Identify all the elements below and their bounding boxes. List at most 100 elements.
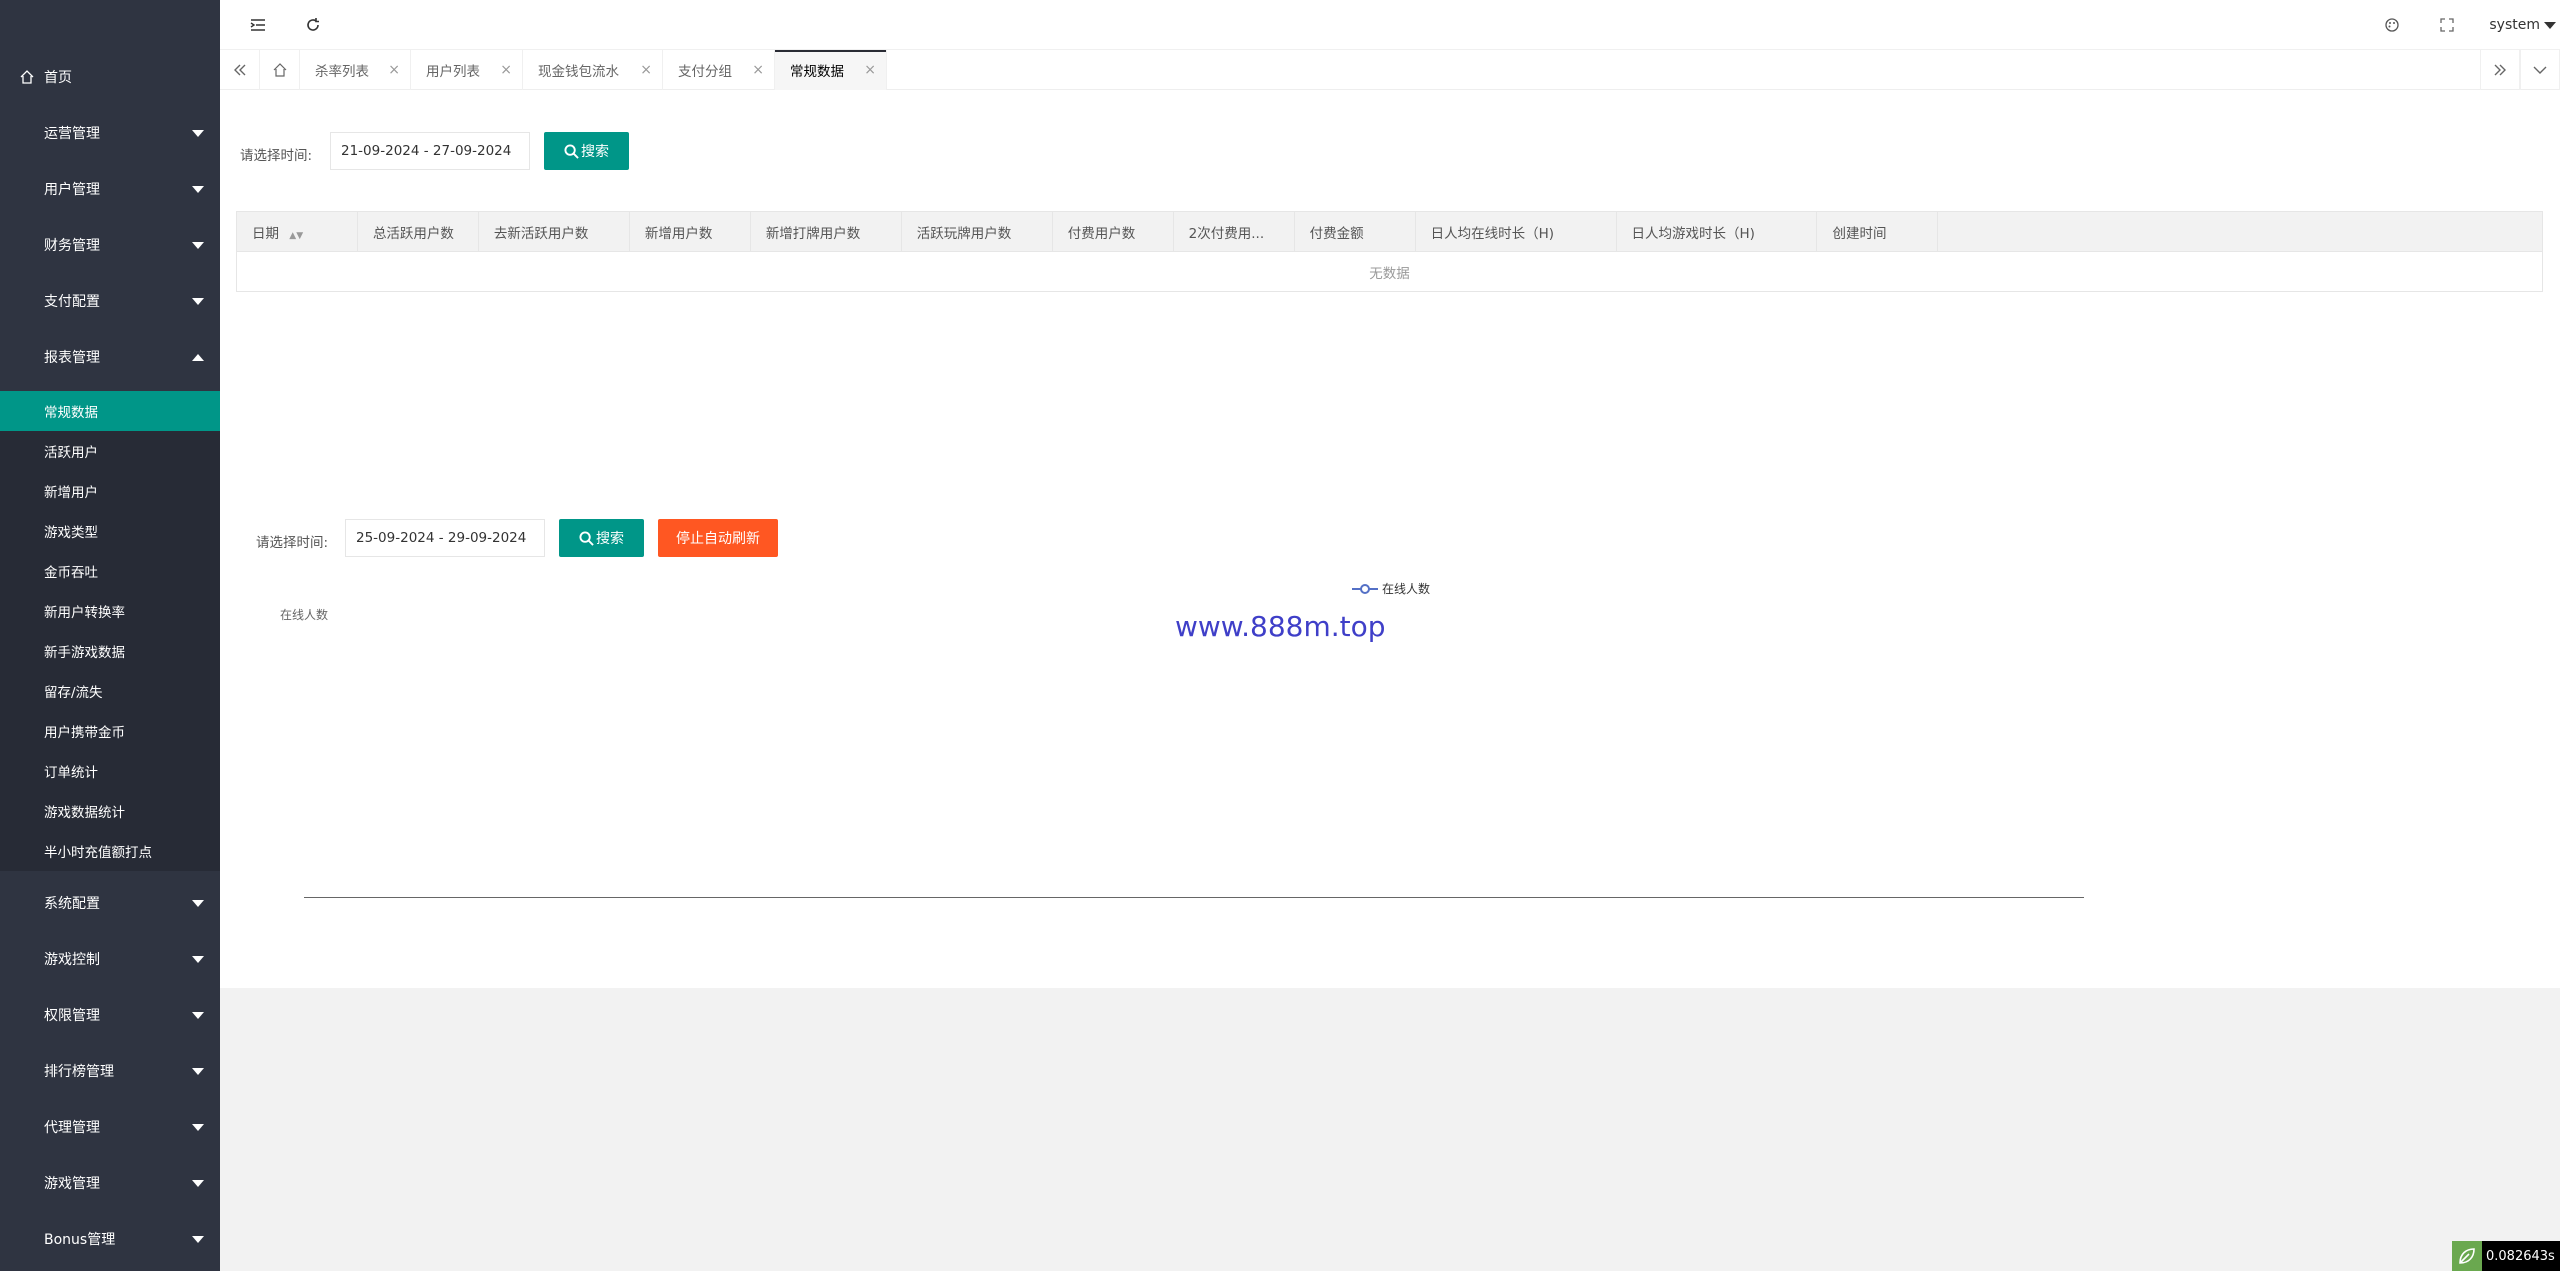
sidebar-subitem-regular-data[interactable]: 常规数据	[0, 391, 220, 431]
close-icon[interactable]: ×	[500, 62, 512, 78]
chart-legend[interactable]: 在线人数	[1352, 580, 1430, 597]
chevron-down-icon	[192, 1236, 204, 1243]
tab-label: 用户列表	[426, 64, 480, 80]
legend-label: 在线人数	[1382, 582, 1431, 596]
tabs-menu-icon[interactable]	[2520, 50, 2560, 90]
theme-icon[interactable]	[2380, 13, 2404, 37]
sidebar-item-game-control[interactable]: 游戏控制	[0, 931, 220, 987]
tab-regular-data[interactable]: 常规数据 ×	[775, 50, 887, 90]
sort-icon[interactable]: ▲▼	[289, 231, 303, 241]
date-range-input[interactable]: 21-09-2024 - 27-09-2024	[330, 132, 530, 170]
empty-message: 无数据	[236, 251, 2543, 292]
sidebar-item-permissions[interactable]: 权限管理	[0, 987, 220, 1043]
sidebar-item-reports[interactable]: 报表管理	[0, 329, 220, 385]
sidebar-subitem-new-users[interactable]: 新增用户	[0, 471, 220, 511]
sidebar: 首页 运营管理 用户管理 财务管理 支付配置 报表管理 常规数据 活跃用户 新增…	[0, 0, 220, 1271]
chevron-down-icon	[192, 956, 204, 963]
refresh-icon[interactable]	[301, 13, 325, 37]
table-header-row: 日期 ▲▼ 总活跃用户数 去新活跃用户数 新增用户数 新增打牌用户数 活跃玩牌用…	[236, 211, 2543, 252]
leaf-logo-icon	[2452, 1241, 2482, 1271]
column-header: 付费金额	[1293, 211, 1416, 252]
column-header: 活跃玩牌用户数	[900, 211, 1053, 252]
sidebar-subitem-game-types[interactable]: 游戏类型	[0, 511, 220, 551]
sidebar-item-leaderboard[interactable]: 排行榜管理	[0, 1043, 220, 1099]
sidebar-item-label: 用户管理	[44, 182, 100, 198]
chevron-down-icon	[192, 130, 204, 137]
tab-home[interactable]	[260, 50, 300, 90]
home-icon	[20, 70, 34, 84]
page-timer: 0.082643s	[2452, 1241, 2560, 1271]
data-table: 日期 ▲▼ 总活跃用户数 去新活跃用户数 新增用户数 新增打牌用户数 活跃玩牌用…	[236, 211, 2543, 292]
column-header: 日人均在线时长（H)	[1414, 211, 1617, 252]
column-header-date[interactable]: 日期 ▲▼	[236, 211, 358, 252]
sidebar-subitem-gold-flow[interactable]: 金币吞吐	[0, 551, 220, 591]
close-icon[interactable]: ×	[388, 62, 400, 78]
menu-toggle-icon[interactable]	[246, 13, 270, 37]
sidebar-item-label: 代理管理	[44, 1120, 100, 1136]
sidebar-item-system-config[interactable]: 系统配置	[0, 875, 220, 931]
column-header: 2次付费用...	[1172, 211, 1295, 252]
search-button[interactable]: 搜索	[559, 519, 644, 557]
sidebar-subitem-retention[interactable]: 留存/流失	[0, 671, 220, 711]
tabs-scroll-left-icon[interactable]	[220, 50, 260, 90]
timer-value: 0.082643s	[2486, 1248, 2555, 1264]
table-row: 无数据	[236, 251, 2543, 292]
tab-label: 现金钱包流水	[538, 64, 619, 80]
user-menu[interactable]: system	[2489, 0, 2556, 50]
sidebar-item-operations[interactable]: 运营管理	[0, 105, 220, 161]
sidebar-subitem-half-hour-recharge[interactable]: 半小时充值额打点	[0, 831, 220, 871]
column-header: 新增打牌用户数	[749, 211, 902, 252]
fullscreen-icon[interactable]	[2435, 13, 2459, 37]
x-axis-line	[304, 897, 2084, 898]
sidebar-item-label: 支付配置	[44, 294, 100, 310]
tab-label: 杀率列表	[315, 64, 369, 80]
sidebar-item-label: 系统配置	[44, 896, 100, 912]
sidebar-item-label: 游戏控制	[44, 952, 100, 968]
reports-submenu: 常规数据 活跃用户 新增用户 游戏类型 金币吞吐 新用户转换率 新手游戏数据 留…	[0, 391, 220, 871]
search-icon	[564, 143, 579, 159]
close-icon[interactable]: ×	[864, 62, 876, 78]
tab-payment-group[interactable]: 支付分组 ×	[663, 50, 775, 90]
close-icon[interactable]: ×	[752, 62, 764, 78]
sidebar-item-label: 首页	[44, 70, 72, 86]
column-header-filler	[1937, 211, 2543, 252]
sidebar-subitem-newbie-game-data[interactable]: 新手游戏数据	[0, 631, 220, 671]
date-range-input[interactable]: 25-09-2024 - 29-09-2024	[345, 519, 545, 557]
chevron-down-icon	[192, 900, 204, 907]
sidebar-subitem-game-stats[interactable]: 游戏数据统计	[0, 791, 220, 831]
sidebar-subitem-user-gold[interactable]: 用户携带金币	[0, 711, 220, 751]
chevron-up-icon	[192, 354, 204, 361]
sidebar-item-home[interactable]: 首页	[0, 49, 220, 105]
close-icon[interactable]: ×	[640, 62, 652, 78]
filter-label: 请选择时间:	[240, 148, 313, 164]
tab-label: 常规数据	[790, 64, 844, 80]
sidebar-item-label: Bonus管理	[44, 1232, 116, 1248]
search-button-label: 搜索	[596, 531, 624, 547]
sidebar-item-agents[interactable]: 代理管理	[0, 1099, 220, 1155]
sidebar-item-game-management[interactable]: 游戏管理	[0, 1155, 220, 1211]
home-icon	[273, 63, 286, 77]
legend-line-icon	[1352, 583, 1378, 594]
sidebar-item-label: 财务管理	[44, 238, 100, 254]
column-header: 新增用户数	[628, 211, 751, 252]
chevron-down-icon	[2544, 21, 2556, 29]
stop-auto-refresh-button[interactable]: 停止自动刷新	[658, 519, 778, 557]
search-icon	[579, 530, 594, 546]
tab-kill-rate-list[interactable]: 杀率列表 ×	[300, 50, 411, 90]
sidebar-item-bonus[interactable]: Bonus管理	[0, 1211, 220, 1267]
chevron-down-icon	[192, 186, 204, 193]
tab-cash-wallet-flow[interactable]: 现金钱包流水 ×	[523, 50, 663, 90]
sidebar-item-payment-config[interactable]: 支付配置	[0, 273, 220, 329]
chevron-down-icon	[192, 242, 204, 249]
sidebar-subitem-order-stats[interactable]: 订单统计	[0, 751, 220, 791]
sidebar-subitem-new-user-conversion[interactable]: 新用户转换率	[0, 591, 220, 631]
sidebar-subitem-active-users[interactable]: 活跃用户	[0, 431, 220, 471]
tab-user-list[interactable]: 用户列表 ×	[411, 50, 523, 90]
chevron-down-icon	[192, 1124, 204, 1131]
sidebar-item-label: 权限管理	[44, 1008, 100, 1024]
sidebar-item-finance[interactable]: 财务管理	[0, 217, 220, 273]
tabs-scroll-right-icon[interactable]	[2480, 50, 2520, 90]
search-button[interactable]: 搜索	[544, 132, 629, 170]
sidebar-item-users[interactable]: 用户管理	[0, 161, 220, 217]
sidebar-item-label: 报表管理	[44, 350, 100, 366]
